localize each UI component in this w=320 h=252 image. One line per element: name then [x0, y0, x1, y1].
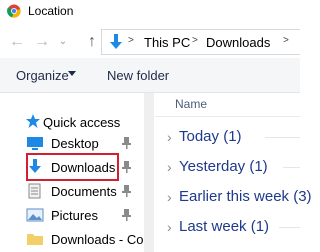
navigation-pane-scrollbar[interactable] — [144, 93, 154, 252]
nav-item-downloads-co[interactable]: Downloads - Co — [26, 230, 144, 248]
chevron-right-icon[interactable]: › — [167, 188, 172, 206]
nav-item-label: Documents — [51, 184, 117, 199]
column-header-divider — [155, 116, 300, 117]
nav-item-desktop[interactable]: Desktop — [26, 134, 144, 152]
breadcrumb-separator-icon[interactable]: > — [128, 35, 134, 46]
breadcrumb-separator-icon[interactable]: > — [283, 35, 289, 46]
pin-icon — [122, 209, 131, 221]
chrome-app-icon — [7, 4, 21, 18]
group-divider-line — [265, 137, 300, 138]
pin-icon — [122, 161, 131, 173]
new-folder-button[interactable]: New folder — [107, 68, 169, 83]
breadcrumb-separator-icon[interactable]: > — [192, 35, 198, 46]
quick-access-item[interactable]: Quick access — [43, 115, 120, 130]
pin-icon — [122, 137, 131, 149]
up-arrow-icon[interactable]: ↑ — [82, 33, 102, 51]
group-label: Last week (1) — [179, 218, 270, 235]
breadcrumb-this-pc[interactable]: This PC — [144, 35, 190, 50]
organize-button[interactable]: Organize — [16, 68, 69, 83]
group-header-today[interactable]: › Today (1) — [167, 126, 300, 148]
chevron-right-icon[interactable]: › — [167, 128, 172, 146]
desktop-icon — [27, 137, 43, 150]
folder-icon — [27, 234, 43, 245]
nav-item-documents[interactable]: Documents — [26, 182, 144, 200]
nav-item-label: Pictures — [51, 208, 98, 223]
download-arrow-icon — [110, 34, 122, 49]
window-title: Location — [28, 4, 74, 18]
column-header-name[interactable]: Name — [175, 97, 207, 111]
group-label: Today (1) — [179, 128, 242, 145]
pin-icon — [122, 185, 131, 197]
group-header-last-week[interactable]: › Last week (1) — [167, 216, 300, 238]
pictures-icon — [26, 208, 44, 222]
nav-item-pictures[interactable]: Pictures — [26, 206, 144, 224]
group-label: Yesterday (1) — [179, 158, 268, 175]
star-icon — [26, 114, 40, 128]
group-divider-line — [283, 167, 300, 168]
chevron-right-icon[interactable]: › — [167, 158, 172, 176]
group-header-earlier-this-week[interactable]: › Earlier this week (3) — [167, 186, 312, 208]
chevron-right-icon[interactable]: › — [167, 218, 172, 236]
recent-locations-chevron-icon[interactable]: ⌄ — [56, 33, 70, 51]
documents-icon — [28, 183, 41, 199]
nav-item-label: Desktop — [51, 136, 99, 151]
group-divider-line — [279, 227, 300, 228]
back-button[interactable]: ← — [7, 33, 27, 51]
caret-down-icon[interactable] — [68, 71, 76, 76]
downloads-highlight-box — [26, 153, 119, 181]
nav-item-label: Downloads - Co — [51, 232, 144, 247]
forward-button[interactable]: → — [32, 33, 52, 51]
group-label: Earlier this week (3) — [179, 188, 312, 205]
group-header-yesterday[interactable]: › Yesterday (1) — [167, 156, 300, 178]
breadcrumb-downloads[interactable]: Downloads — [206, 35, 270, 50]
